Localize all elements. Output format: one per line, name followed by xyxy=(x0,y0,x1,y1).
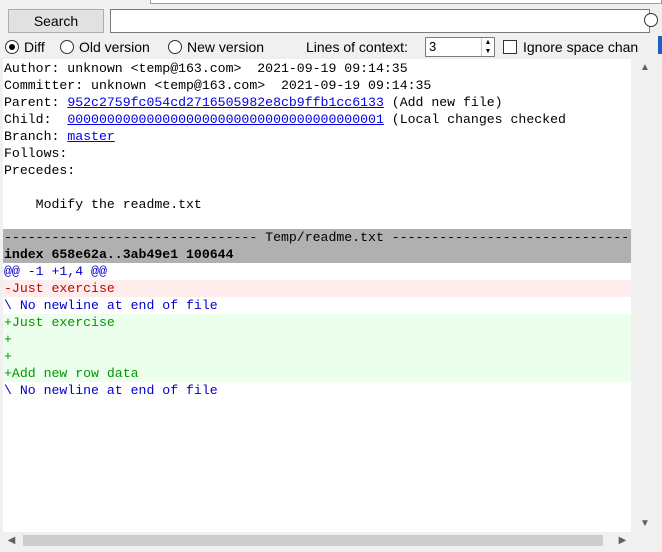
diff-options-row: Diff Old version New version Lines of co… xyxy=(0,36,662,58)
new-version-option[interactable]: New version xyxy=(168,36,264,58)
vertical-scrollbar[interactable]: ▲ ▼ xyxy=(631,59,659,532)
branch-link[interactable]: master xyxy=(67,129,114,144)
scroll-right-icon[interactable]: ▶ xyxy=(614,532,631,549)
index-line: index 658e62a..3ab49e1 100644 xyxy=(3,246,631,263)
child-hash-link[interactable]: 0000000000000000000000000000000000000001 xyxy=(67,112,384,127)
scroll-up-icon[interactable]: ▲ xyxy=(631,59,659,76)
context-value[interactable]: 3 xyxy=(429,39,436,54)
parent-note: (Add new file) xyxy=(383,95,503,110)
context-spin-arrows[interactable]: ▲ ▼ xyxy=(481,38,494,56)
branch-line: Branch: master xyxy=(3,128,631,145)
precedes-line: Precedes: xyxy=(4,163,76,178)
ignore-space-option[interactable]: Ignore space chan xyxy=(503,36,638,58)
child-note: (Local changes checked xyxy=(383,112,566,127)
diff-text-panel[interactable]: Author: unknown <temp@163.com> 2021-09-1… xyxy=(3,59,631,532)
side-accent xyxy=(658,36,662,54)
diff-line-added: + xyxy=(3,348,631,365)
scroll-left-icon[interactable]: ◀ xyxy=(3,532,20,549)
hunk-header: @@ -1 +1,4 @@ xyxy=(4,264,107,279)
diff-line-added: +Add new row data xyxy=(3,365,631,382)
scroll-down-icon[interactable]: ▼ xyxy=(631,515,659,532)
context-label: Lines of context: xyxy=(306,39,408,55)
diff-line-no-newline: \ No newline at end of file xyxy=(4,383,218,398)
search-button[interactable]: Search xyxy=(8,9,104,33)
diff-label: Diff xyxy=(24,39,45,55)
follows-line: Follows: xyxy=(4,146,68,161)
diff-line-no-newline: \ No newline at end of file xyxy=(4,298,218,313)
ignore-space-label: Ignore space chan xyxy=(523,39,639,55)
old-version-radio[interactable] xyxy=(60,40,74,54)
old-version-label: Old version xyxy=(79,39,150,55)
horizontal-scrollbar[interactable]: ◀ ▶ xyxy=(3,532,631,549)
context-spinbox[interactable]: 3 ▲ ▼ xyxy=(425,37,495,57)
author-line: Author: unknown <temp@163.com> 2021-09-1… xyxy=(4,61,408,76)
diff-radio[interactable] xyxy=(5,40,19,54)
top-tab-edge xyxy=(150,0,662,4)
committer-line: Committer: unknown <temp@163.com> 2021-0… xyxy=(4,78,432,93)
new-version-radio[interactable] xyxy=(168,40,182,54)
parent-hash-link[interactable]: 952c2759fc054cd2716505982e8cb9ffb1cc6133 xyxy=(67,95,384,110)
spin-down-icon[interactable]: ▼ xyxy=(482,47,494,56)
child-line: Child: 000000000000000000000000000000000… xyxy=(3,111,631,128)
diff-option[interactable]: Diff xyxy=(5,36,45,58)
top-strip xyxy=(0,0,662,5)
new-version-label: New version xyxy=(187,39,265,55)
spin-up-icon[interactable]: ▲ xyxy=(482,38,494,47)
diff-line-added: +Just exercise xyxy=(3,314,631,331)
horizontal-scroll-thumb[interactable] xyxy=(23,535,603,546)
mode-radio[interactable] xyxy=(644,13,658,27)
ignore-space-checkbox[interactable] xyxy=(503,40,517,54)
commit-message: Modify the readme.txt xyxy=(4,197,202,212)
search-input[interactable] xyxy=(110,9,650,33)
context-label-wrap: Lines of context: xyxy=(306,36,408,58)
diff-line-added: + xyxy=(3,331,631,348)
parent-label: Parent: xyxy=(4,95,68,110)
parent-line: Parent: 952c2759fc054cd2716505982e8cb9ff… xyxy=(3,94,631,111)
old-version-option[interactable]: Old version xyxy=(60,36,150,58)
child-label: Child: xyxy=(4,112,68,127)
branch-label: Branch: xyxy=(4,129,68,144)
file-header: -------------------------------- Temp/re… xyxy=(3,229,631,246)
diff-line-removed: -Just exercise xyxy=(3,280,631,297)
